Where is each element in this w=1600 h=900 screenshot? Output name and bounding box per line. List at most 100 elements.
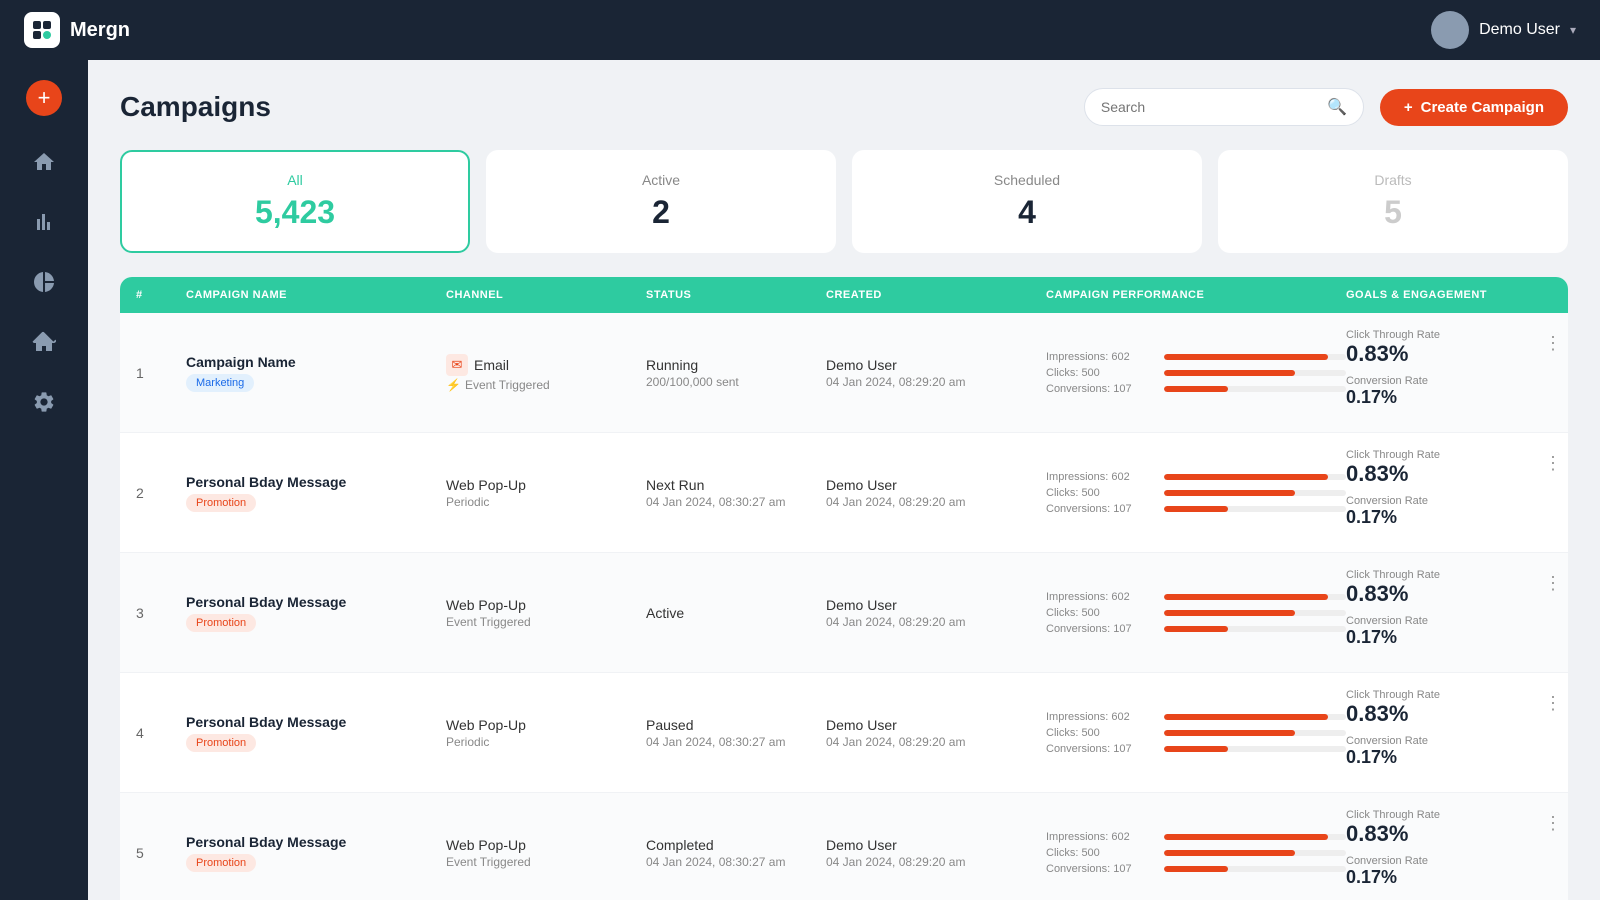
performance-cell: Impressions: 602 Clicks: 500 Conversions… [1046,471,1346,515]
impressions-bar: Impressions: 602 [1046,351,1346,363]
impressions-label: Impressions: 602 [1046,471,1156,483]
channel-cell: Web Pop-Up Event Triggered [446,837,646,869]
created-user: Demo User [826,597,1046,613]
conversions-label: Conversions: 107 [1046,743,1156,755]
conversions-label: Conversions: 107 [1046,623,1156,635]
impressions-label: Impressions: 602 [1046,711,1156,723]
ctr-value: 0.83% [1346,461,1440,487]
campaign-tag: Promotion [186,734,256,752]
clicks-label: Clicks: 500 [1046,727,1156,739]
channel-name: Web Pop-Up [446,477,646,493]
stat-active[interactable]: Active 2 [486,150,836,253]
goals-cell: Click Through Rate 0.83% Conversion Rate… [1346,569,1566,656]
more-options-button[interactable]: ⋮ [1540,449,1566,478]
campaign-tag: Promotion [186,854,256,872]
goals-cell: Click Through Rate 0.83% Conversion Rate… [1346,329,1566,416]
user-menu[interactable]: Demo User ▾ [1431,11,1576,49]
stat-scheduled-label: Scheduled [878,172,1176,188]
stat-active-value: 2 [512,194,810,231]
status-sub: 04 Jan 2024, 08:30:27 am [646,735,826,749]
channel-sub: Event Triggered [446,855,646,869]
clicks-bar: Clicks: 500 [1046,367,1346,379]
stat-drafts[interactable]: Drafts 5 [1218,150,1568,253]
page-header: Campaigns 🔍 + Create Campaign [120,88,1568,126]
ctr-label: Click Through Rate [1346,809,1440,821]
status-cell: Paused 04 Jan 2024, 08:30:27 am [646,717,826,749]
clicks-label: Clicks: 500 [1046,607,1156,619]
campaign-name-cell: Personal Bday Message Promotion [186,474,446,512]
created-user: Demo User [826,837,1046,853]
channel-cell: Web Pop-Up Periodic [446,717,646,749]
goals-cell: Click Through Rate 0.83% Conversion Rate… [1346,689,1566,776]
conversions-label: Conversions: 107 [1046,383,1156,395]
channel-sub: ⚡ Event Triggered [446,378,646,392]
campaign-name-cell: Personal Bday Message Promotion [186,834,446,872]
ctr-label: Click Through Rate [1346,689,1440,701]
status-text: Completed [646,837,826,853]
channel-name: Email [474,357,509,373]
stat-scheduled[interactable]: Scheduled 4 [852,150,1202,253]
status-cell: Running 200/100,000 sent [646,357,826,389]
goals-cell: Click Through Rate 0.83% Conversion Rate… [1346,449,1566,536]
ctr-value: 0.83% [1346,581,1440,607]
campaign-tag: Marketing [186,374,254,392]
main-content: Campaigns 🔍 + Create Campaign All 5,423 … [88,60,1600,900]
col-num: # [136,289,186,301]
ctr-value: 0.83% [1346,821,1440,847]
row-num: 3 [136,605,186,621]
col-name: CAMPAIGN NAME [186,289,446,301]
created-user: Demo User [826,717,1046,733]
created-cell: Demo User 04 Jan 2024, 08:29:20 am [826,837,1046,869]
sidebar-item-analytics[interactable] [18,196,70,248]
conv-label: Conversion Rate [1346,855,1440,867]
chevron-down-icon: ▾ [1570,23,1576,37]
stat-drafts-value: 5 [1244,194,1542,231]
conversions-bar-bg [1164,386,1346,392]
conversions-label: Conversions: 107 [1046,863,1156,875]
status-sub: 04 Jan 2024, 08:30:27 am [646,495,826,509]
col-goals: GOALS & ENGAGEMENT [1346,289,1566,301]
created-cell: Demo User 04 Jan 2024, 08:29:20 am [826,477,1046,509]
more-options-button[interactable]: ⋮ [1540,329,1566,358]
impressions-bar-fill [1164,354,1328,360]
campaign-name: Campaign Name [186,354,446,370]
stat-all-value: 5,423 [146,194,444,231]
add-button[interactable]: + [26,80,62,116]
ctr-label: Click Through Rate [1346,449,1440,461]
sidebar-item-home[interactable] [18,136,70,188]
status-text: Paused [646,717,826,733]
stat-all[interactable]: All 5,423 [120,150,470,253]
logo-icon [24,12,60,48]
search-icon: 🔍 [1327,97,1347,117]
search-box[interactable]: 🔍 [1084,88,1364,126]
clicks-label: Clicks: 500 [1046,487,1156,499]
col-channel: CHANNEL [446,289,646,301]
page-title: Campaigns [120,91,271,123]
table-row: 1 Campaign Name Marketing ✉ Email ⚡ Even… [120,313,1568,433]
campaign-name: Personal Bday Message [186,594,446,610]
stat-drafts-label: Drafts [1244,172,1542,188]
campaign-tag: Promotion [186,494,256,512]
campaign-name: Personal Bday Message [186,834,446,850]
stat-scheduled-value: 4 [878,194,1176,231]
more-options-button[interactable]: ⋮ [1540,569,1566,598]
row-num: 4 [136,725,186,741]
col-created: CREATED [826,289,1046,301]
more-options-button[interactable]: ⋮ [1540,809,1566,838]
more-options-button[interactable]: ⋮ [1540,689,1566,718]
stats-row: All 5,423 Active 2 Scheduled 4 Drafts 5 [120,150,1568,253]
sidebar-item-segments[interactable] [18,256,70,308]
row-num: 2 [136,485,186,501]
search-input[interactable] [1101,99,1319,115]
status-cell: Completed 04 Jan 2024, 08:30:27 am [646,837,826,869]
goals-data: Click Through Rate 0.83% Conversion Rate… [1346,329,1440,416]
sidebar: + [0,60,88,900]
sidebar-item-settings[interactable] [18,376,70,428]
status-cell: Active [646,605,826,621]
status-text: Next Run [646,477,826,493]
sidebar-item-campaigns[interactable] [18,316,70,368]
ctr-value: 0.83% [1346,701,1440,727]
create-campaign-button[interactable]: + Create Campaign [1380,89,1568,126]
created-cell: Demo User 04 Jan 2024, 08:29:20 am [826,357,1046,389]
clicks-label: Clicks: 500 [1046,367,1156,379]
